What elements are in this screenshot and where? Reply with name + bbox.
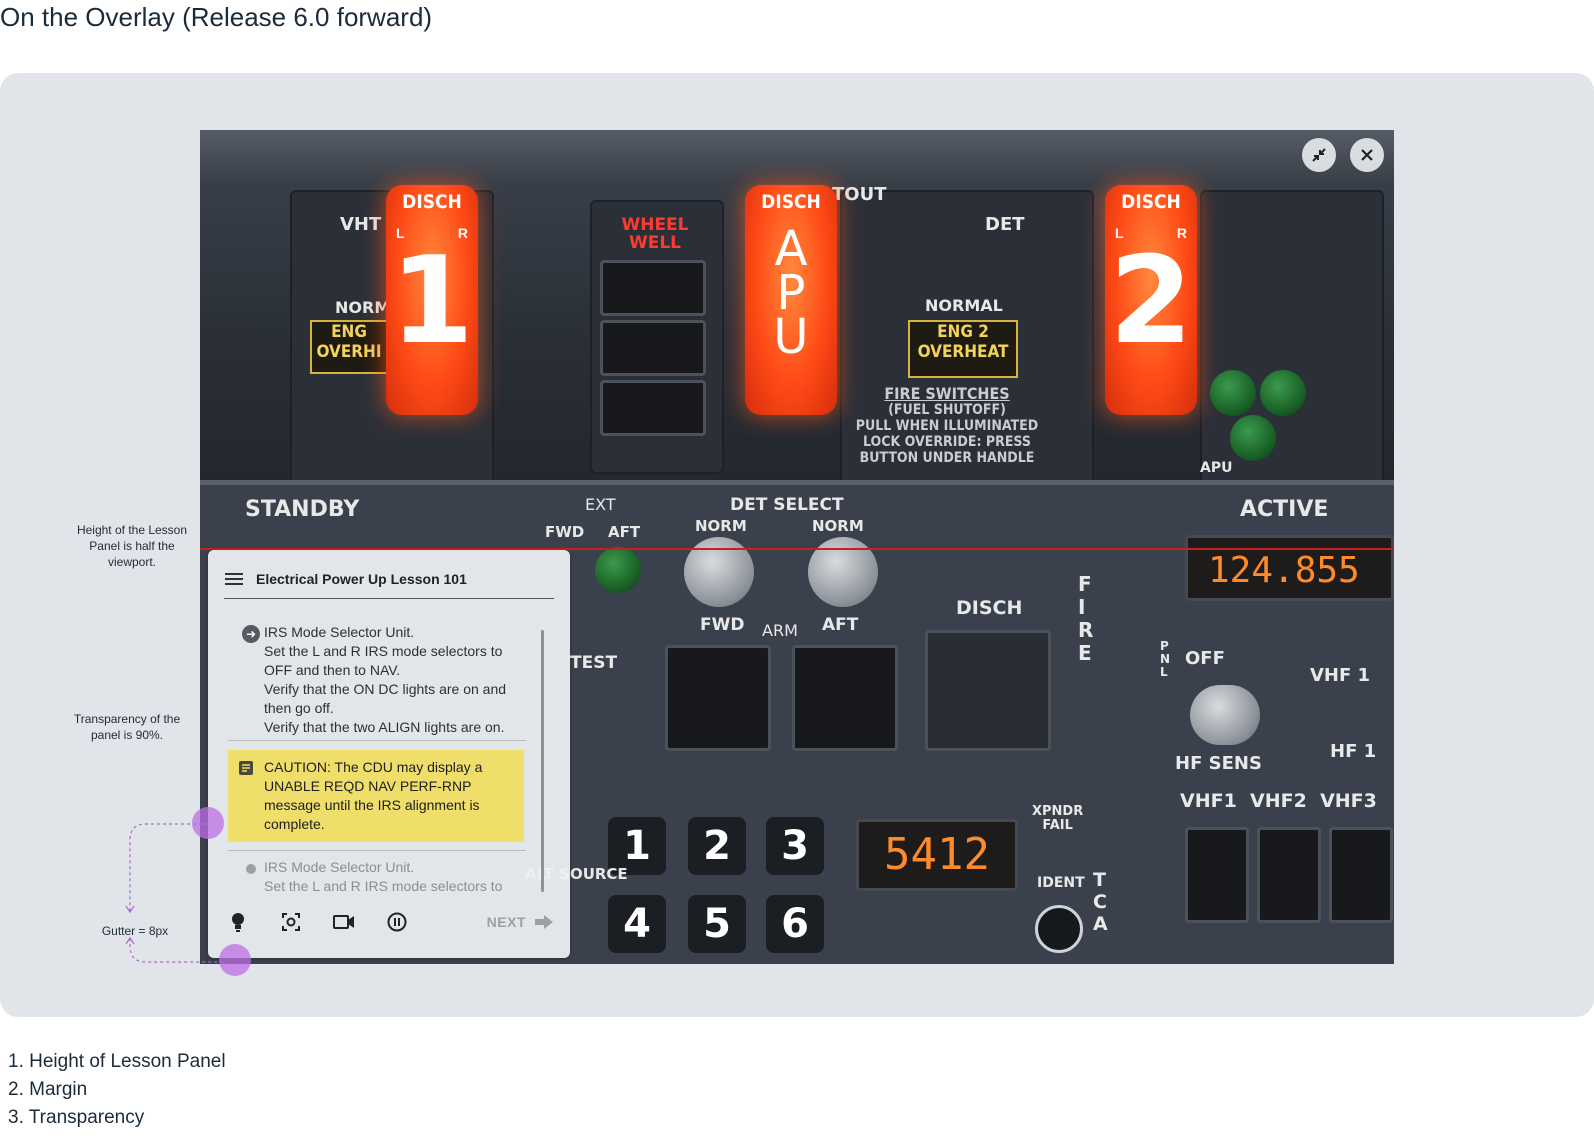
keypad-2[interactable]: 2 [688, 817, 746, 875]
fwd-label: FWD [700, 615, 745, 635]
fire-handle-apu[interactable]: DISCH APU [745, 185, 837, 415]
fire-handle-2[interactable]: DISCH LR 2 [1105, 185, 1197, 415]
ident-label: IDENT [1037, 875, 1085, 891]
annotation-legend: 1. Height of Lesson Panel 2. Margin 3. T… [8, 1048, 226, 1132]
lesson-title: Electrical Power Up Lesson 101 [256, 571, 467, 587]
ext-label: EXT [585, 495, 616, 514]
tout-label: TOUT [832, 184, 887, 205]
focus-capture-icon [282, 913, 300, 931]
video-camera-icon [333, 915, 354, 929]
fire-label: FIRE [1078, 572, 1094, 665]
keypad-5[interactable]: 5 [688, 895, 746, 953]
lesson-step-current[interactable]: ➜ IRS Mode Selector Unit. Set the L and … [230, 623, 530, 737]
pause-circle-icon [387, 912, 407, 932]
fire-handle-1[interactable]: DISCH LR 1 [386, 185, 478, 415]
fwd-arm-button[interactable] [665, 645, 771, 751]
lesson-scrollbar[interactable] [541, 630, 544, 892]
lesson-panel[interactable]: Electrical Power Up Lesson 101 ➜ IRS Mod… [208, 550, 570, 958]
disch-button[interactable] [925, 630, 1051, 751]
aft-label: AFT [822, 615, 859, 635]
close-button[interactable] [1350, 138, 1384, 172]
vhf1-button[interactable]: VHF 1 [1310, 665, 1370, 686]
keypad-6[interactable]: 6 [766, 895, 824, 953]
normal-right-label: NORMAL [925, 296, 1003, 315]
fwd-ext-label: FWD [545, 523, 585, 541]
annotation-marker-gutter [219, 944, 251, 976]
wheel-well-light: WHEEL WELL [621, 215, 689, 253]
norm-label-b: NORM [812, 517, 864, 535]
vht-label: VHT [340, 214, 382, 235]
arm-label: ARM [762, 621, 798, 640]
note-icon [239, 761, 253, 775]
lesson-toolbar: NEXT [224, 908, 554, 936]
page-title: On the Overlay (Release 6.0 forward) [0, 2, 433, 32]
next-button[interactable]: NEXT [487, 914, 554, 930]
ident-button[interactable] [1035, 905, 1083, 953]
active-label: ACTIVE [1240, 497, 1329, 522]
hf-sens-label: HF SENS [1175, 753, 1262, 774]
height-annotation: Height of the Lesson Panel is half the v… [76, 523, 188, 569]
active-frequency-display: 124.855 [1185, 535, 1394, 601]
close-icon [1361, 149, 1373, 161]
disch-label: DISCH [956, 597, 1023, 619]
test-label: TEST [570, 653, 618, 673]
standby-label: STANDBY [245, 497, 360, 522]
off-label: OFF [1185, 648, 1225, 669]
transparency-annotation: Transparency of the panel is 90%. [73, 712, 181, 742]
hamburger-menu-icon[interactable] [224, 571, 244, 587]
eng-2-overheat: ENG 2 OVERHEAT [908, 320, 1018, 378]
lesson-step-next[interactable]: IRS Mode Selector Unit. Set the L and R … [230, 858, 530, 896]
minimize-arrows-icon [1312, 148, 1326, 162]
fire-panel: VHT NORM ENG OVERHI DISCH LR 1 WHEEL WEL… [200, 130, 1394, 484]
legend-item: 3. Transparency [8, 1107, 145, 1128]
lesson-panel-header: Electrical Power Up Lesson 101 [224, 560, 554, 599]
vhf-selector-labels: VHF1 VHF2 VHF3 [1180, 790, 1377, 812]
annotation-marker-margin [192, 807, 224, 839]
det-label: DET [985, 214, 1025, 235]
hf-sens-knob[interactable] [1190, 685, 1260, 745]
pause-button[interactable] [383, 908, 411, 936]
eng-overheat-left: ENG OVERHI [310, 320, 388, 374]
arrow-right-icon [535, 915, 553, 929]
caution-callout: CAUTION: The CDU may display a UNABLE RE… [228, 750, 524, 842]
apu-label: APU [1200, 460, 1233, 476]
focus-button[interactable] [277, 908, 305, 936]
gutter-dimension-lines [125, 823, 224, 963]
keypad-4[interactable]: 4 [608, 895, 666, 953]
hf1-button[interactable]: HF 1 [1330, 741, 1376, 762]
keypad-3[interactable]: 3 [766, 817, 824, 875]
norm-left-label: NORM [335, 298, 391, 317]
fire-switches-placard: FIRE SWITCHES (FUEL SHUTOFF) PULL WHEN I… [855, 384, 1039, 467]
arrow-right-circle-icon: ➜ [242, 625, 260, 643]
aft-arm-button[interactable] [792, 645, 898, 751]
aft-ext-label: AFT [608, 523, 641, 541]
norm-label-a: NORM [695, 517, 747, 535]
minimize-button[interactable] [1302, 138, 1336, 172]
legend-item: 2. Margin [8, 1079, 88, 1100]
video-button[interactable] [330, 908, 358, 936]
xpndr-fail-light: XPNDR FAIL [1032, 804, 1084, 833]
pnl-label: PNL [1160, 639, 1171, 679]
legend-item: 1. Height of Lesson Panel [8, 1051, 226, 1072]
det-select-label: DET SELECT [730, 495, 844, 515]
bullet-icon [246, 864, 256, 874]
transponder-display: 5412 [856, 819, 1018, 891]
tca-label: TCA [1093, 869, 1108, 935]
